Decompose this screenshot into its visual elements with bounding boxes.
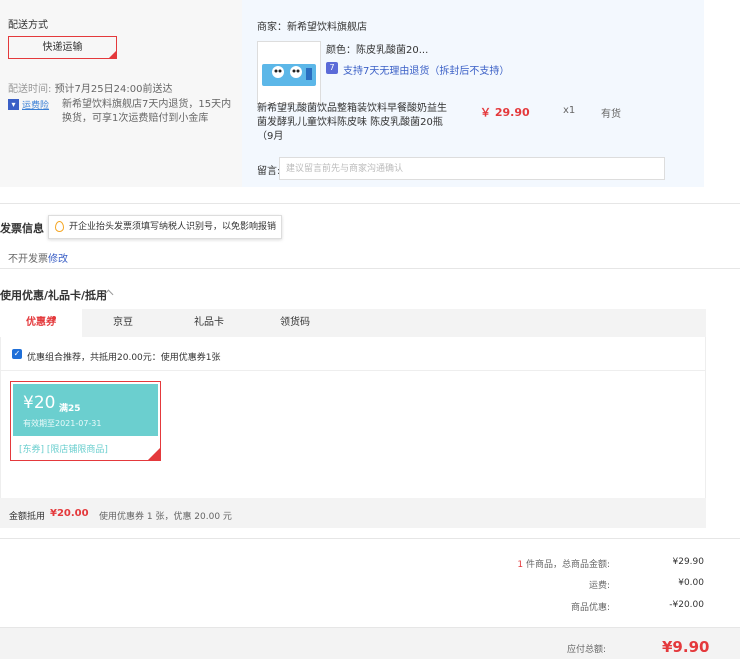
invoice-state: 不开发票 <box>8 254 48 265</box>
coupon-summary-amount: ¥20.00 <box>50 508 89 519</box>
lightbulb-icon <box>55 221 64 232</box>
discount-label: 商品优惠: <box>570 603 610 613</box>
invoice-tip-text: 开企业抬头发票须填写纳税人识别号，以免影响报销 <box>69 222 277 232</box>
shipping-fee-label: 运费: <box>588 581 610 591</box>
invoice-tooltip: 开企业抬头发票须填写纳税人识别号，以免影响报销 <box>48 215 282 239</box>
shipping-fee-value: ¥0.00 <box>678 578 704 588</box>
tab-giftcard[interactable]: 礼品卡 <box>168 309 250 337</box>
return-policy-icon: 7 <box>326 62 338 74</box>
delivery-time-label: 配送时间: <box>8 84 52 95</box>
selected-corner-icon <box>109 51 116 58</box>
product-image-icon <box>258 42 320 104</box>
payable-bar <box>0 627 740 659</box>
coupon-amount: ¥20 <box>23 393 56 413</box>
payable-label: 应付总额: <box>567 645 607 655</box>
divider <box>0 268 740 269</box>
delivery-time-value: 预计7月25日24:00前送达 <box>54 84 173 95</box>
shipping-method-label: 快递运输 <box>42 42 83 53</box>
tab-pickup-code[interactable]: 领货码 <box>254 309 336 337</box>
return-policy: 支持7天无理由退货（拆封后不支持） <box>343 66 510 77</box>
checkbox-checked-icon[interactable]: ✓ <box>12 349 22 359</box>
discount-value: -¥20.00 <box>669 600 704 610</box>
coupon-section-title: 使用优惠/礼品卡/抵用 <box>0 289 108 302</box>
coupon-card-head: ¥20 满25 有效期至2021-07-31 <box>13 384 158 436</box>
coupon-tags: [东券] [限店铺限商品] <box>19 445 108 455</box>
invoice-edit-link[interactable]: 修改 <box>48 250 68 265</box>
coupon-condition: 满25 <box>59 404 81 414</box>
stock-status: 有货 <box>601 109 621 120</box>
invoice-title: 发票信息 <box>0 222 44 235</box>
goods-total-value: ¥29.90 <box>672 557 705 567</box>
coupon-summary-label: 金额抵用 <box>9 512 46 522</box>
payable-amount: ¥9.90 <box>662 638 710 656</box>
product-price: ￥ 29.90 <box>480 106 530 119</box>
delivery-time: 配送时间: 预计7月25日24:00前送达 <box>8 80 172 95</box>
product-thumbnail[interactable] <box>257 41 321 105</box>
product-color: 颜色：陈皮乳酸菌20... <box>326 45 429 56</box>
merchant-name: 商家：新希望饮料旗舰店 <box>257 22 367 33</box>
goods-total-label: 1 件商品，总商品金额: <box>517 557 610 570</box>
product-quantity: x1 <box>563 105 576 116</box>
insurance-desc: 新希望饮料旗舰店7天内退货，15天内换货，可享1次运费赔付到小金库 <box>62 99 232 124</box>
insurance-link[interactable]: 运费险 <box>22 98 49 111</box>
divider <box>0 203 740 204</box>
checkbox-icon[interactable]: ▾ <box>8 99 19 110</box>
selected-corner-icon <box>148 448 160 460</box>
divider <box>0 370 706 371</box>
tab-coupon[interactable]: 优惠券 <box>0 309 82 337</box>
divider <box>0 538 740 539</box>
combo-recommend-text: 优惠组合推荐，共抵用20.00元：使用优惠券1张 <box>27 353 221 363</box>
coupon-card[interactable]: ¥20 满25 有效期至2021-07-31 [东券] [限店铺限商品] <box>10 381 161 461</box>
shipping-method-option[interactable]: 快递运输 <box>8 36 117 59</box>
new-dot-icon <box>52 316 56 320</box>
shipping-title: 配送方式 <box>8 20 48 31</box>
coupon-summary-desc: 使用优惠券 1 张，优惠 20.00 元 <box>99 512 232 522</box>
coupon-expiry: 有效期至2021-07-31 <box>23 419 102 428</box>
goods-count-label: 件商品，总商品金额: <box>523 560 610 570</box>
note-label: 留言: <box>257 166 281 177</box>
tab-jingdou[interactable]: 京豆 <box>82 309 164 337</box>
product-name[interactable]: 新希望乳酸菌饮品整箱装饮料早餐酸奶益生菌发酵乳儿童饮料陈皮味 陈皮乳酸菌20瓶（… <box>257 102 447 144</box>
note-input[interactable] <box>279 157 665 180</box>
